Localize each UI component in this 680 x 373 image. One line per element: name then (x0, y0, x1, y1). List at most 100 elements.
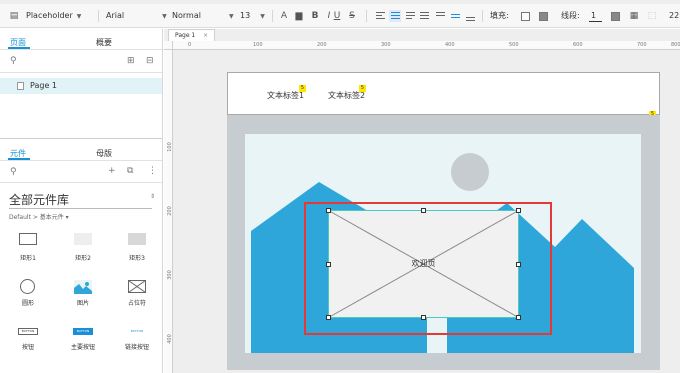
library-breadcrumb[interactable]: Default > 基本元件 ▾ (9, 212, 69, 221)
widget-label: 主要按钮 (70, 344, 95, 351)
overflow-value[interactable]: 22 (669, 8, 679, 24)
fill-color-swatch[interactable] (521, 12, 530, 21)
tab-outline[interactable]: 概要 (96, 37, 112, 48)
panel-divider (0, 138, 162, 139)
widget-label: 按钮 (21, 344, 34, 351)
ruler-label: 200 (317, 42, 327, 48)
rectangle-gray-icon (128, 233, 146, 245)
underline-button[interactable]: U (331, 10, 343, 22)
chevron-down-icon: ▼ (76, 13, 82, 20)
line-color-swatch[interactable] (611, 12, 620, 21)
shadow-swatch[interactable] (539, 12, 548, 21)
add-page-icon[interactable]: ⊞ (127, 56, 135, 66)
library-title[interactable]: 全部元件库 (9, 191, 69, 208)
tab-masters[interactable]: 母版 (96, 148, 112, 159)
widget-rectangle-3[interactable]: 矩形3 (117, 225, 157, 267)
selection-outline (328, 210, 519, 318)
toolbar-divider (366, 10, 367, 22)
font-family-select[interactable]: Arial ▼ (106, 8, 167, 24)
ruler-label: 200 (166, 206, 173, 216)
widget-placeholder[interactable]: 占位符 (117, 270, 157, 312)
library-dropdown-icon[interactable]: ⇕ (150, 193, 155, 200)
ruler-label: 100 (166, 142, 173, 152)
style-select-value: Placeholder (26, 11, 73, 20)
chevron-down-icon: ▼ (162, 13, 167, 20)
add-folder-icon[interactable]: ⊟ (146, 56, 154, 66)
valign-bottom-icon[interactable] (464, 10, 476, 22)
line-width-input[interactable]: 1 (589, 8, 603, 22)
widget-image[interactable]: 图片 (63, 270, 103, 312)
widget-label: 圆形 (21, 300, 34, 307)
highlight-icon[interactable]: ▆ (293, 10, 305, 22)
ruler-label: 600 (573, 42, 583, 48)
toolbar-divider (482, 10, 483, 22)
rectangle-outline-icon (19, 233, 37, 245)
font-weight-select[interactable]: Normal ▼ (172, 8, 234, 24)
divider (0, 72, 162, 73)
widget-rectangle-2[interactable]: 矩形2 (63, 225, 103, 267)
valign-middle-icon[interactable] (449, 10, 461, 22)
placeholder-icon (128, 280, 146, 293)
doc-tab-label: Page 1 (175, 32, 196, 39)
style-select[interactable]: Placeholder ▼ (26, 8, 81, 24)
copy-library-icon[interactable]: ⧉ (127, 166, 133, 176)
align-justify-icon[interactable] (418, 10, 430, 22)
note-marker[interactable]: 5 (359, 85, 366, 92)
fill-label: 填充: (490, 11, 509, 20)
vertical-ruler: 100 200 300 400 (164, 50, 173, 373)
toolbar-divider (272, 10, 273, 22)
font-family-value: Arial (106, 11, 125, 20)
page-item[interactable]: Page 1 (0, 78, 162, 94)
widget-circle[interactable]: 圆形 (8, 270, 48, 312)
align-left-icon[interactable] (374, 10, 386, 22)
line-style-icon[interactable]: ▦ (628, 10, 640, 22)
toolbar-divider (98, 10, 99, 22)
resize-handle-w[interactable] (326, 262, 331, 267)
resize-handle-nw[interactable] (326, 208, 331, 213)
widget-button[interactable]: BUTTON 按钮 (8, 314, 48, 356)
resize-handle-s[interactable] (421, 315, 426, 320)
close-icon[interactable]: × (203, 32, 208, 39)
primary-button-icon: BUTTON (73, 328, 93, 335)
ruler-label: 100 (253, 42, 263, 48)
resize-handle-sw[interactable] (326, 315, 331, 320)
widget-rectangle-1[interactable]: 矩形1 (8, 225, 48, 267)
divider (0, 182, 162, 183)
ruler-label: 300 (381, 42, 391, 48)
resize-handle-se[interactable] (516, 315, 521, 320)
resize-handle-e[interactable] (516, 262, 521, 267)
widget-link-button[interactable]: BUTTON 链接按钮 (117, 314, 157, 356)
more-options-icon[interactable]: ⋮ (148, 166, 157, 176)
placeholder-widget[interactable]: 欢迎页 (326, 208, 521, 320)
library-underline (9, 208, 152, 209)
link-button-icon: BUTTON (130, 329, 144, 333)
rectangle-light-gray-icon (74, 233, 92, 245)
align-center-icon[interactable] (389, 10, 401, 22)
format-toolbar: ▤ Placeholder ▼ Arial ▼ Normal ▼ 13 ▼ A ▆ B … (0, 4, 680, 28)
ruler-corner (164, 41, 173, 50)
divider (0, 49, 162, 50)
ruler-label: 800 (671, 42, 680, 48)
resize-handle-ne[interactable] (516, 208, 521, 213)
widget-label: 矩形1 (20, 255, 36, 262)
style-paint-icon[interactable]: ▤ (8, 10, 20, 22)
resize-handle-n[interactable] (421, 208, 426, 213)
widget-primary-button[interactable]: BUTTON 主要按钮 (63, 314, 103, 356)
add-library-icon[interactable]: + (108, 166, 116, 176)
font-size-select[interactable]: 13 ▼ (240, 8, 265, 24)
bold-button[interactable]: B (309, 10, 321, 22)
font-size-value: 13 (240, 11, 251, 20)
tab-page-1[interactable]: Page 1 × (168, 29, 216, 41)
font-color-icon[interactable]: A (278, 10, 290, 22)
chevron-down-icon: ▼ (228, 13, 234, 20)
valign-top-icon[interactable] (434, 10, 446, 22)
widget-label: 图片 (76, 300, 89, 307)
left-panel: 页面 概要 ⚲ ⊞ ⊟ Page 1 元件 母版 ⚲ + ⧉ ⋮ 全部元件库 ⇕… (0, 29, 163, 373)
note-marker[interactable]: 5 (299, 85, 306, 92)
search-icon[interactable]: ⚲ (10, 56, 17, 66)
header-panel[interactable]: 文本标签1 5 文本标签2 5 5 (227, 72, 660, 118)
strikethrough-button[interactable]: S (346, 10, 358, 22)
search-icon[interactable]: ⚲ (10, 167, 17, 177)
padding-icon[interactable]: ⬚ (646, 10, 658, 22)
align-right-icon[interactable] (404, 10, 416, 22)
